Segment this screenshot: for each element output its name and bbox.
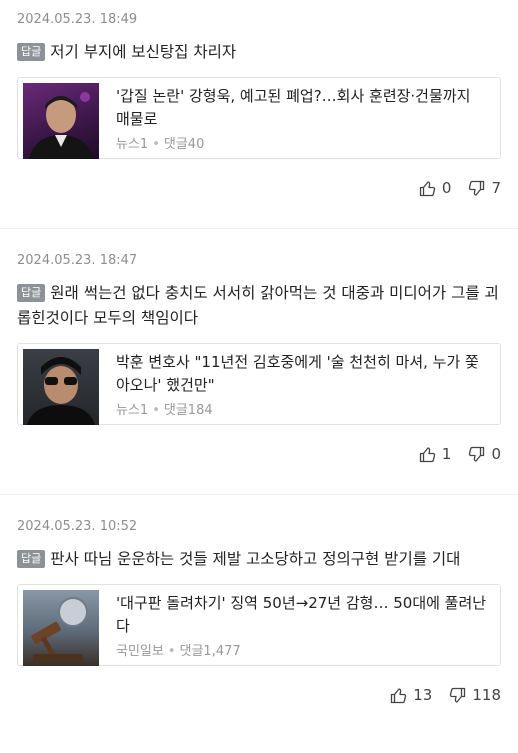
reaction-bar: 0 7 [17,159,501,217]
article-title[interactable]: '대구판 돌려차기' 징역 50년→27년 감형… 50대에 풀려난다 [116,592,488,638]
separator-dot: • [167,644,176,659]
dislike-button[interactable]: 7 [468,179,501,197]
article-thumbnail [23,349,99,425]
like-count: 1 [441,445,452,463]
dislike-count: 0 [491,445,501,463]
comment-item: 2024.05.23. 18:47 답글 원래 썩는건 없다 충치도 서서히 갉아… [0,229,518,495]
separator-dot: • [152,403,160,418]
article-comment-count: 댓글1,477 [179,644,241,659]
article-meta: 국민일보 • 댓글1,477 [116,640,488,659]
article-card[interactable]: '대구판 돌려차기' 징역 50년→27년 감형… 50대에 풀려난다 국민일보… [17,584,501,666]
like-count: 13 [413,686,433,704]
comment-timestamp: 2024.05.23. 18:49 [17,12,138,27]
reply-badge: 답글 [17,284,46,302]
thumbs-down-icon [469,446,485,462]
article-comment-count: 댓글40 [163,137,205,152]
comment-timestamp: 2024.05.23. 18:47 [17,253,138,268]
reply-badge: 답글 [17,550,46,568]
article-thumbnail [23,83,99,159]
thumbs-up-icon [419,180,436,196]
comment-text: 답글 원래 썩는건 없다 충치도 서서히 갉아먹는 것 대중과 미디어가 그를 괴… [17,281,501,331]
comment-item: 2024.05.23. 10:52 답글 판사 따님 운운하는 것들 제발 고소당… [0,495,518,753]
article-info: '갑질 논란' 강형욱, 예고된 폐업?…회사 훈련장·건물까지 매물로 뉴스1… [99,83,500,153]
dislike-count: 118 [472,686,501,704]
article-title[interactable]: '갑질 논란' 강형욱, 예고된 폐업?…회사 훈련장·건물까지 매물로 [116,85,488,131]
article-card[interactable]: '갑질 논란' 강형욱, 예고된 폐업?…회사 훈련장·건물까지 매물로 뉴스1… [17,77,501,159]
comment-feed: 2024.05.23. 18:49 답글 저기 부지에 보신탕집 차리자 '갑질 … [0,0,518,753]
like-button[interactable]: 1 [419,445,452,463]
dislike-count: 7 [491,179,501,197]
comment-body: 판사 따님 운운하는 것들 제발 고소당하고 정의구현 받기를 기대 [50,550,461,568]
comment-body: 저기 부지에 보신탕집 차리자 [50,43,237,61]
thumbs-down-icon [469,180,485,196]
article-meta: 뉴스1 • 댓글40 [116,133,488,152]
article-info: 박훈 변호사 "11년전 김호중에게 '술 천천히 마셔, 누가 쫓아오나' 했… [99,349,500,419]
thumbs-up-icon [391,687,407,703]
article-source: 국민일보 [116,644,164,659]
comment-body: 원래 썩는건 없다 충치도 서서히 갉아먹는 것 대중과 미디어가 그를 괴롭힌… [17,284,499,327]
comment-timestamp: 2024.05.23. 10:52 [17,519,138,534]
article-thumbnail [23,590,99,666]
dislike-button[interactable]: 0 [468,445,501,463]
like-count: 0 [441,179,452,197]
article-title[interactable]: 박훈 변호사 "11년전 김호중에게 '술 천천히 마셔, 누가 쫓아오나' 했… [116,351,488,397]
article-source: 뉴스1 [116,403,149,418]
article-comment-count: 댓글184 [163,403,213,418]
like-button[interactable]: 13 [390,686,432,704]
article-info: '대구판 돌려차기' 징역 50년→27년 감형… 50대에 풀려난다 국민일보… [99,590,500,660]
comment-item: 2024.05.23. 18:49 답글 저기 부지에 보신탕집 차리자 '갑질 … [0,0,518,229]
article-card[interactable]: 박훈 변호사 "11년전 김호중에게 '술 천천히 마셔, 누가 쫓아오나' 했… [17,343,501,425]
separator-dot: • [152,137,160,152]
thumbs-down-icon [450,687,466,703]
reaction-bar: 1 0 [17,425,501,483]
like-button[interactable]: 0 [419,179,452,197]
reply-badge: 답글 [17,43,46,61]
dislike-button[interactable]: 118 [449,686,501,704]
thumbs-up-icon [419,446,436,462]
reaction-bar: 13 118 [17,666,501,724]
comment-text: 답글 판사 따님 운운하는 것들 제발 고소당하고 정의구현 받기를 기대 [17,547,501,572]
article-source: 뉴스1 [116,137,149,152]
comment-text: 답글 저기 부지에 보신탕집 차리자 [17,40,501,65]
article-meta: 뉴스1 • 댓글184 [116,399,488,418]
